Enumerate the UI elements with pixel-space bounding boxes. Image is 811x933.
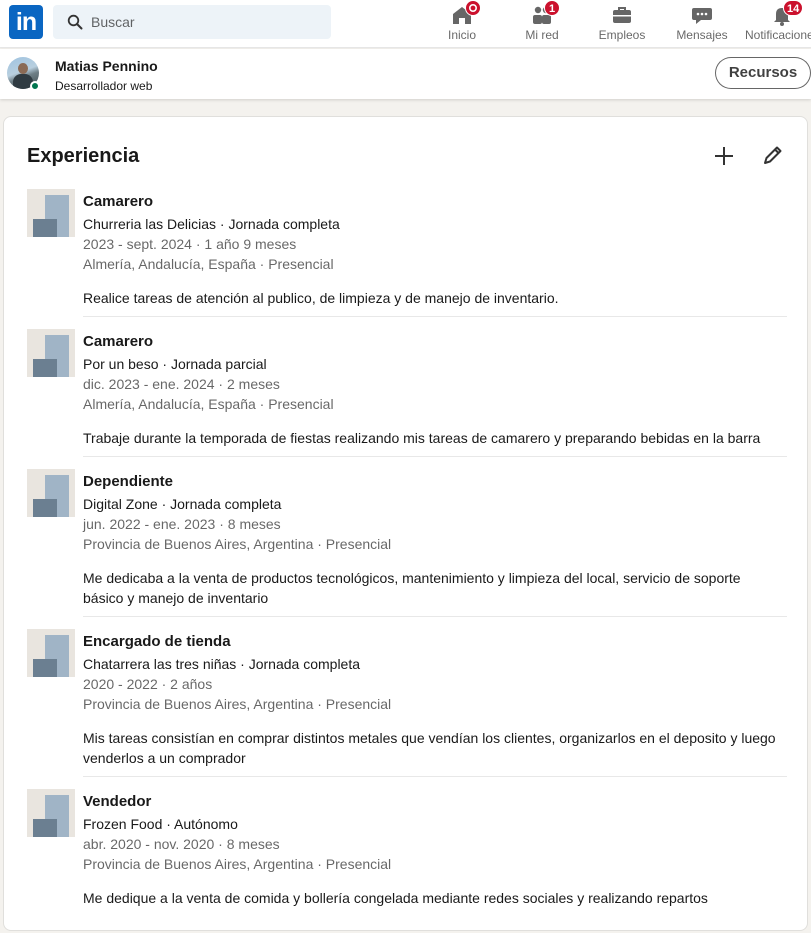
section-title: Experiencia	[27, 145, 140, 167]
nav-item-empleos[interactable]: Empleos	[596, 0, 648, 48]
experience-description: Me dedicaba a la venta de productos tecn…	[83, 570, 741, 606]
search-input[interactable]: Buscar	[53, 5, 331, 39]
nav-label-notificaciones: Notificaciones	[745, 28, 811, 42]
recursos-button[interactable]: Recursos	[715, 57, 811, 89]
experience-item[interactable]: Camarero Por un beso · Jornada parcial d…	[27, 329, 787, 449]
profile-name: Matias Pennino	[55, 58, 158, 74]
experience-dates: 2020 - 2022 · 2 años	[83, 676, 213, 692]
experience-description: Trabaje durante la temporada de fiestas …	[83, 430, 761, 446]
experience-description: Me dedique a la venta de comida y boller…	[83, 890, 708, 906]
online-status-indicator	[30, 81, 40, 91]
nav-item-mensajes[interactable]: Mensajes	[676, 0, 728, 48]
experience-item[interactable]: Dependiente Digital Zone · Jornada compl…	[27, 469, 787, 609]
search-placeholder: Buscar	[91, 14, 135, 30]
experience-company: Digital Zone · Jornada completa	[83, 496, 282, 512]
nav-label-inicio: Inicio	[447, 28, 476, 42]
global-nav: in Buscar Inicio 1 Mi red Empleos Mensaj…	[0, 0, 811, 48]
edit-pencil-icon[interactable]	[757, 141, 787, 171]
linkedin-logo[interactable]: in	[9, 5, 43, 39]
experience-company: Frozen Food · Autónomo	[83, 816, 238, 832]
nav-item-mi-red[interactable]: 1 Mi red	[517, 0, 567, 48]
nav-label-mi-red: Mi red	[525, 28, 559, 42]
nav-label-mensajes: Mensajes	[676, 28, 728, 42]
company-logo[interactable]	[27, 469, 75, 517]
experience-role: Vendedor	[83, 793, 152, 810]
experience-role: Camarero	[83, 333, 154, 350]
experience-dates: dic. 2023 - ene. 2024 · 2 meses	[83, 376, 280, 392]
add-icon[interactable]	[709, 141, 739, 171]
experience-dates: 2023 - sept. 2024 · 1 año 9 meses	[83, 236, 297, 252]
experience-location: Almería, Andalucía, España · Presencial	[83, 396, 334, 412]
company-logo[interactable]	[27, 629, 75, 677]
nav-item-inicio[interactable]: Inicio	[437, 0, 487, 48]
sticky-profile-header: Matias Pennino Desarrollador web Recurso…	[0, 49, 811, 99]
experience-item[interactable]: Encargado de tienda Chatarrera las tres …	[27, 629, 787, 769]
experience-location: Provincia de Buenos Aires, Argentina · P…	[83, 536, 392, 552]
profile-headline: Desarrollador web	[55, 79, 153, 93]
company-logo[interactable]	[27, 329, 75, 377]
notifications-badge: 14	[783, 0, 804, 16]
experience-dates: jun. 2022 - ene. 2023 · 8 meses	[83, 516, 281, 532]
experience-location: Provincia de Buenos Aires, Argentina · P…	[83, 856, 392, 872]
divider	[83, 316, 787, 317]
experience-dates: abr. 2020 - nov. 2020 · 8 meses	[83, 836, 280, 852]
company-logo[interactable]	[27, 789, 75, 837]
experience-company: Chatarrera las tres niñas · Jornada comp…	[83, 656, 361, 672]
divider	[83, 776, 787, 777]
notification-dot	[465, 0, 481, 16]
nav-item-notificaciones[interactable]: 14 Notificaciones	[745, 0, 811, 48]
experience-role: Encargado de tienda	[83, 633, 231, 650]
messaging-icon	[692, 8, 712, 24]
experience-description: Mis tareas consistían en comprar distint…	[83, 730, 776, 766]
nav-label-empleos: Empleos	[598, 28, 646, 42]
company-logo[interactable]	[27, 189, 75, 237]
divider	[83, 456, 787, 457]
experience-role: Camarero	[83, 193, 154, 210]
experience-description: Realice tareas de atención al publico, d…	[83, 290, 559, 306]
experience-company: Por un beso · Jornada parcial	[83, 356, 267, 372]
experience-company: Churreria las Delicias · Jornada complet…	[83, 216, 340, 232]
divider	[83, 616, 787, 617]
experience-section: Experiencia Camarero Churreria las Delic…	[3, 116, 808, 931]
briefcase-icon	[613, 7, 631, 23]
experience-location: Almería, Andalucía, España · Presencial	[83, 256, 334, 272]
search-icon	[67, 14, 83, 30]
experience-location: Provincia de Buenos Aires, Argentina · P…	[83, 696, 392, 712]
experience-item[interactable]: Vendedor Frozen Food · Autónomo abr. 202…	[27, 789, 787, 909]
experience-item[interactable]: Camarero Churreria las Delicias · Jornad…	[27, 189, 787, 309]
experience-role: Dependiente	[83, 473, 174, 490]
mi-red-badge: 1	[544, 0, 560, 16]
